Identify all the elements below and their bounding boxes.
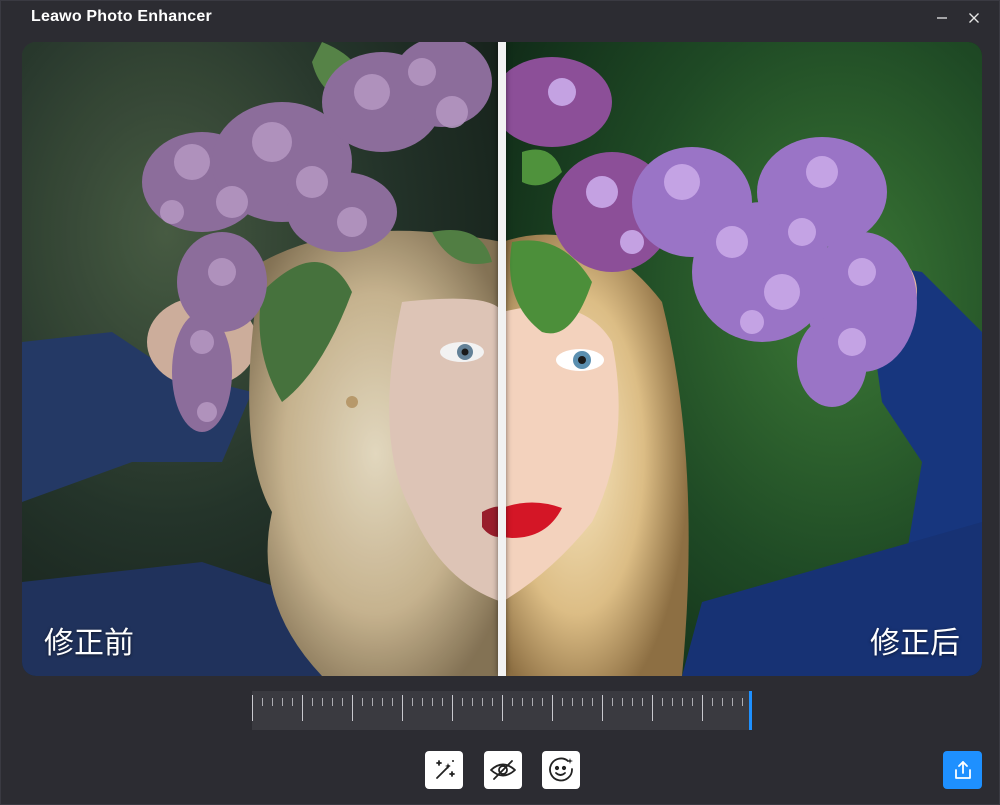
app-window: Leawo Photo Enhancer 修正前 修正后	[0, 0, 1000, 805]
share-export-icon	[954, 761, 971, 779]
auto-enhance-button[interactable]	[425, 751, 463, 789]
title-bar[interactable]: Leawo Photo Enhancer	[1, 1, 1000, 35]
face-enhance-button[interactable]	[542, 751, 580, 789]
close-icon	[969, 13, 979, 23]
after-label: 修正后	[870, 626, 960, 661]
photo-before	[22, 42, 502, 676]
frame-timeline-slider[interactable]	[252, 691, 752, 730]
before-label: 修正前	[44, 626, 134, 661]
timeline-ticks	[252, 691, 752, 730]
comparison-divider-handle[interactable]	[498, 42, 506, 676]
preview-toggle-button[interactable]	[484, 751, 522, 789]
face-enhance-icon	[549, 757, 573, 782]
comparison-preview[interactable]: 修正前 修正后	[22, 42, 982, 676]
photo-after	[502, 42, 982, 676]
eye-icon	[490, 760, 516, 780]
app-title: Leawo Photo Enhancer	[31, 8, 212, 25]
minimize-button[interactable]	[930, 7, 954, 29]
magic-wand-icon	[436, 760, 455, 779]
export-button[interactable]	[943, 751, 982, 789]
close-button[interactable]	[962, 7, 986, 29]
minimize-icon	[937, 17, 947, 19]
